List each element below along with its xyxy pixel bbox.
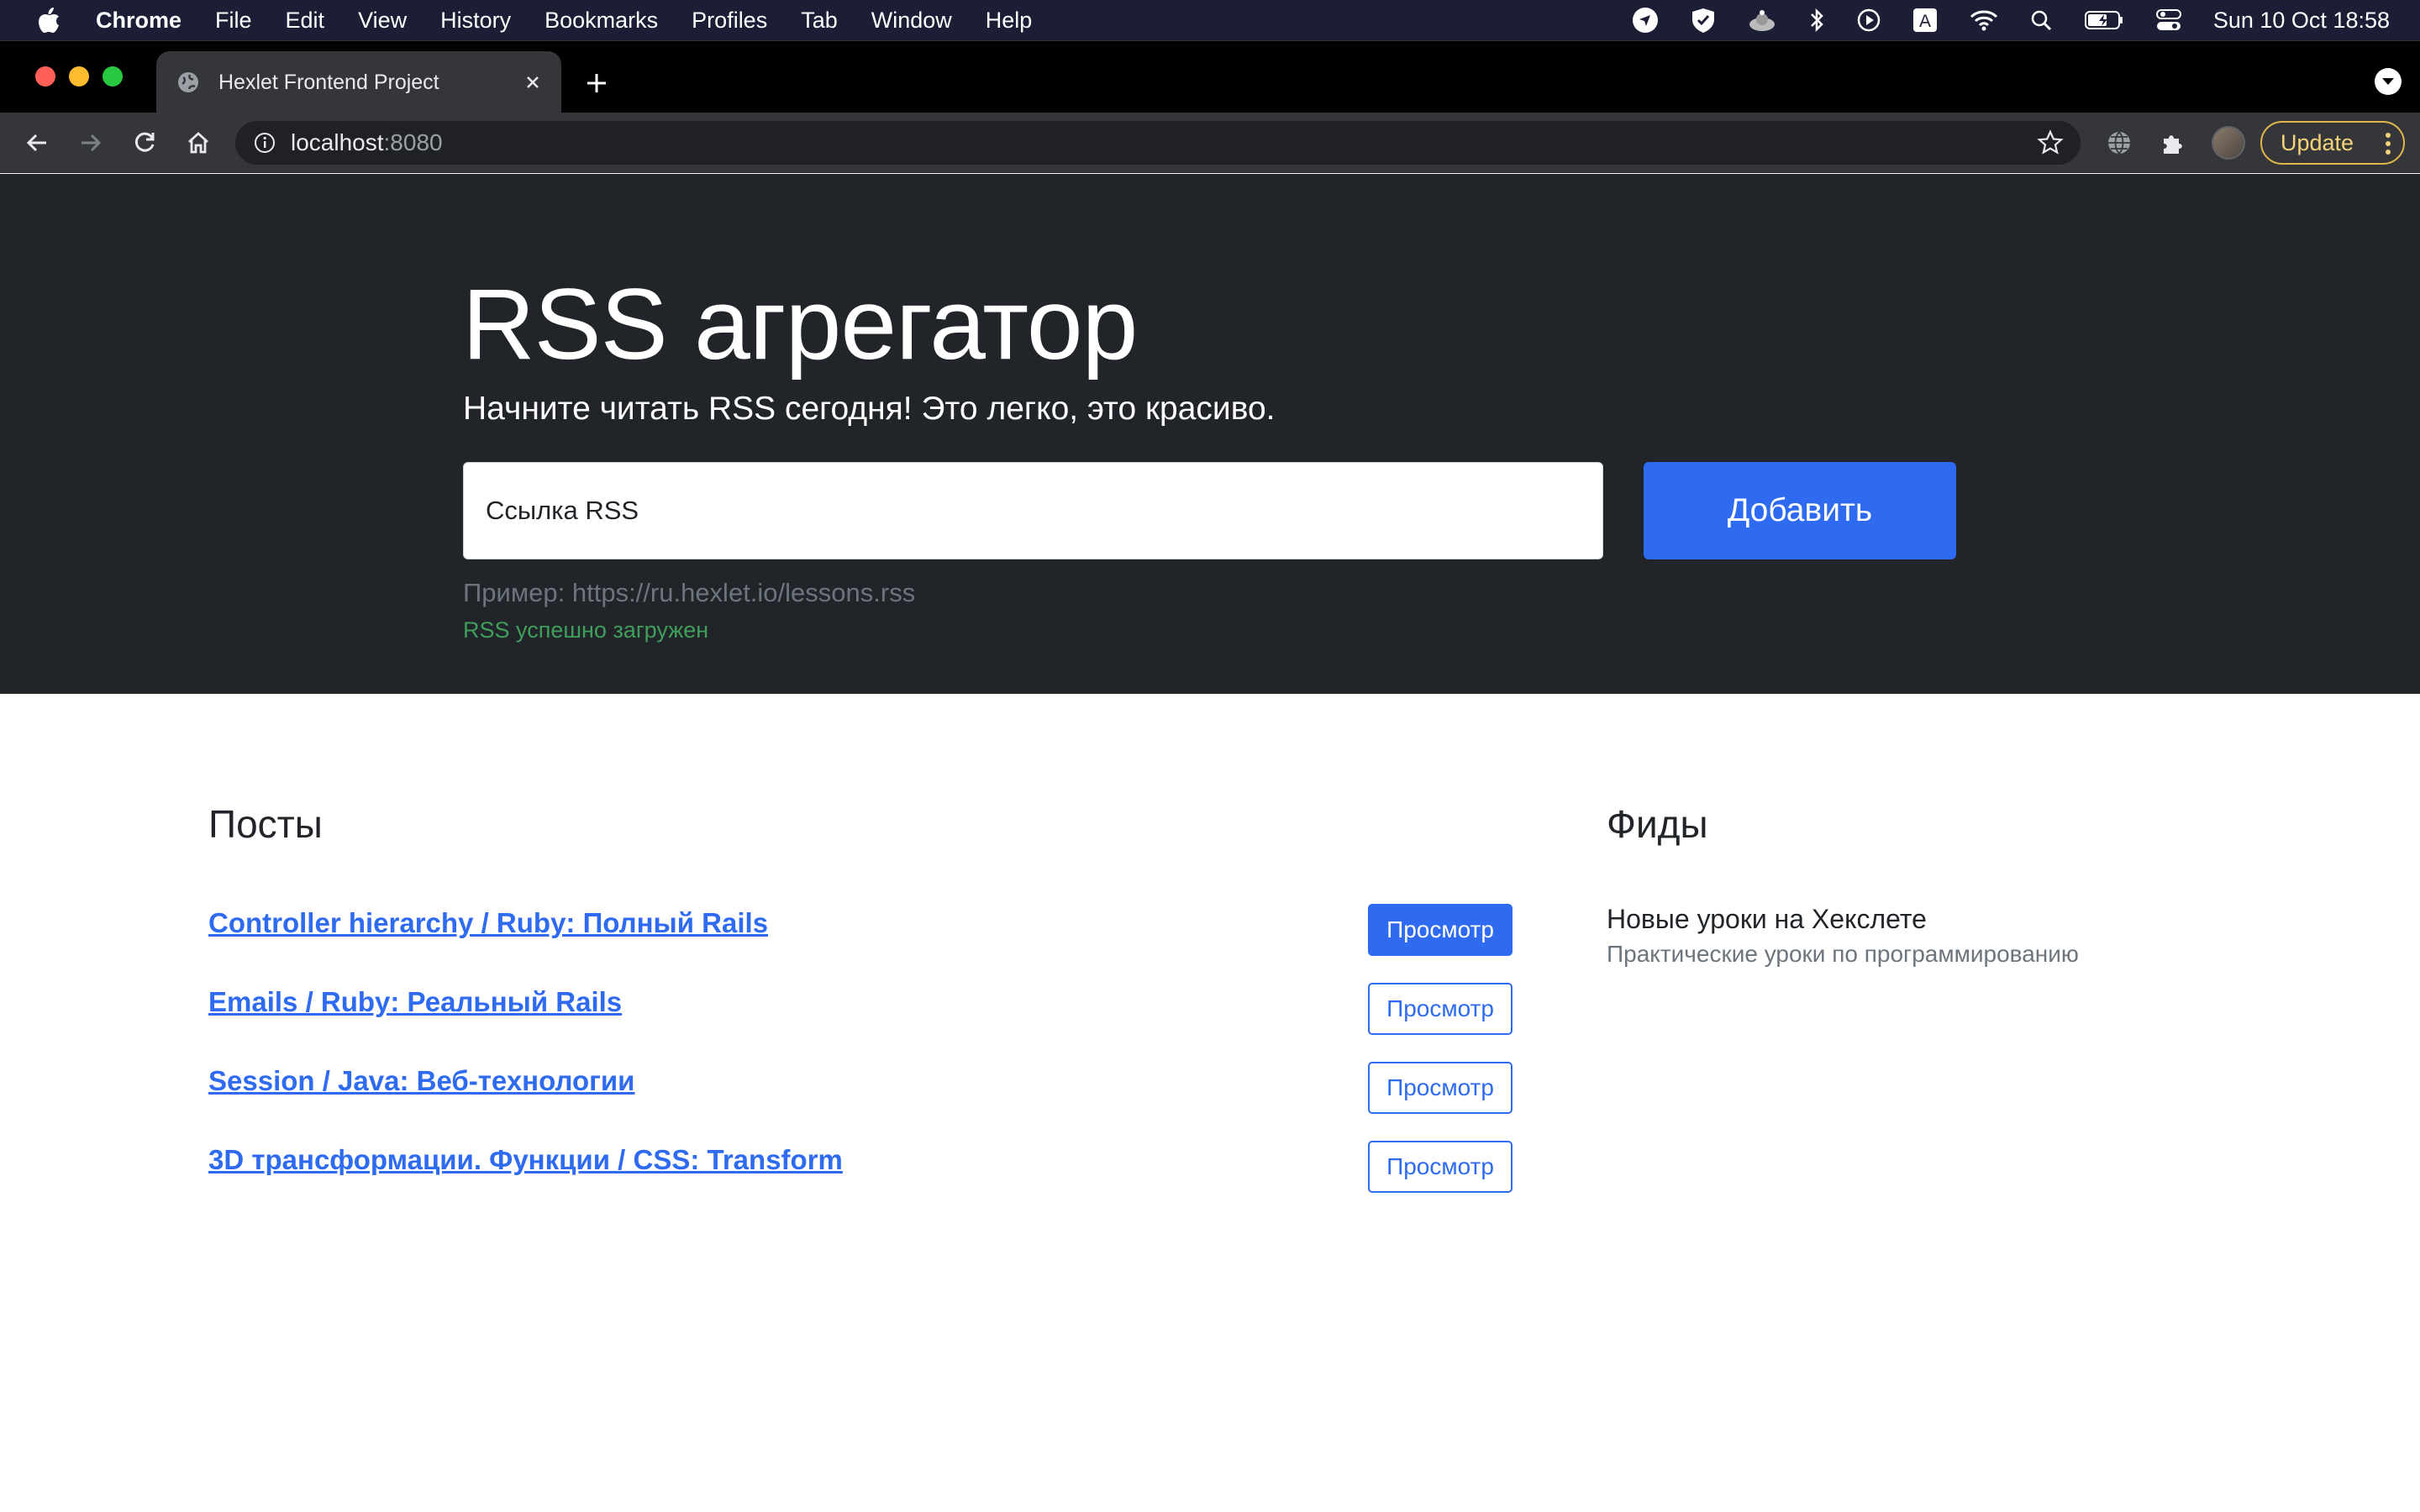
bluetooth-icon[interactable] xyxy=(1808,0,1825,40)
macos-menu-bar: Chrome File Edit View History Bookmarks … xyxy=(0,0,2420,40)
menubar-clock[interactable]: Sun 10 Oct 18:58 xyxy=(2213,8,2390,34)
update-label: Update xyxy=(2281,129,2354,155)
cloud-app-icon[interactable] xyxy=(1748,0,1776,40)
control-center-icon[interactable] xyxy=(2155,0,2181,40)
new-tab-button[interactable] xyxy=(580,66,613,100)
feed-description: Практические уроки по программированию xyxy=(1607,941,2079,967)
forward-arrow-icon[interactable] xyxy=(72,124,109,161)
preview-button[interactable]: Просмотр xyxy=(1368,1141,1512,1193)
tab-close-icon[interactable] xyxy=(516,66,550,99)
keyboard-layout-icon[interactable]: A xyxy=(1912,0,1938,40)
browser-tab-strip: Hexlet Frontend Project xyxy=(0,40,2420,113)
menu-view[interactable]: View xyxy=(358,8,407,34)
home-icon[interactable] xyxy=(180,124,217,161)
menu-window[interactable]: Window xyxy=(871,8,952,34)
keyboard-layout-letter: A xyxy=(1919,12,1931,31)
window-minimize-button[interactable] xyxy=(69,66,89,87)
menu-bookmarks[interactable]: Bookmarks xyxy=(544,8,658,34)
page-lead: Начните читать RSS сегодня! Это легко, э… xyxy=(463,391,1276,427)
globe-icon xyxy=(176,71,200,94)
post-link[interactable]: Session / Java: Веб-технологии xyxy=(208,1065,634,1097)
post-item: Emails / Ruby: Реальный Rails Просмотр xyxy=(208,983,1512,1035)
post-link[interactable]: Emails / Ruby: Реальный Rails xyxy=(208,986,622,1018)
feed-title: Новые уроки на Хекслете xyxy=(1607,904,1927,934)
shield-check-icon[interactable] xyxy=(1691,0,1716,40)
bookmark-star-icon[interactable] xyxy=(2037,129,2064,156)
posts-heading: Посты xyxy=(208,802,323,846)
menu-app-name[interactable]: Chrome xyxy=(96,8,182,34)
translate-globe-icon[interactable] xyxy=(2102,126,2136,160)
apple-logo-icon[interactable] xyxy=(37,7,62,34)
preview-button[interactable]: Просмотр xyxy=(1368,1062,1512,1114)
more-vert-icon[interactable] xyxy=(2385,131,2391,156)
play-circle-icon[interactable] xyxy=(1857,0,1881,40)
post-link[interactable]: Controller hierarchy / Ruby: Полный Rail… xyxy=(208,907,768,939)
add-feed-button[interactable]: Добавить xyxy=(1644,462,1956,559)
window-zoom-button[interactable] xyxy=(103,66,123,87)
tab-search-chevron-icon[interactable] xyxy=(2375,68,2402,95)
address-bar[interactable]: localhost:8080 xyxy=(235,121,2081,165)
url-port: :8080 xyxy=(383,129,443,155)
menu-file[interactable]: File xyxy=(215,8,252,34)
status-area: A Sun 10 Oct 18:58 xyxy=(1600,0,2390,40)
location-arrow-icon[interactable] xyxy=(1632,0,1659,40)
site-info-icon[interactable] xyxy=(254,132,276,154)
browser-tab[interactable]: Hexlet Frontend Project xyxy=(156,51,561,113)
back-arrow-icon[interactable] xyxy=(18,124,55,161)
post-item: Session / Java: Веб-технологии Просмотр xyxy=(208,1062,1512,1114)
profile-avatar[interactable] xyxy=(2212,126,2245,160)
reload-icon[interactable] xyxy=(126,124,163,161)
tab-title: Hexlet Frontend Project xyxy=(218,70,439,94)
menu-history[interactable]: History xyxy=(440,8,511,34)
feeds-heading: Фиды xyxy=(1607,802,1708,846)
battery-icon[interactable] xyxy=(2084,0,2124,40)
url-host: localhost xyxy=(291,129,384,155)
chrome-update-button[interactable]: Update xyxy=(2260,121,2405,165)
browser-toolbar: localhost:8080 Update xyxy=(0,113,2420,173)
wifi-icon[interactable] xyxy=(1970,0,1998,40)
window-close-button[interactable] xyxy=(35,66,55,87)
menu-edit[interactable]: Edit xyxy=(286,8,325,34)
search-icon[interactable] xyxy=(2030,0,2052,40)
post-link[interactable]: 3D трансформации. Функции / CSS: Transfo… xyxy=(208,1144,843,1176)
preview-button[interactable]: Просмотр xyxy=(1368,983,1512,1035)
rss-url-input[interactable]: Ссылка RSS xyxy=(463,462,1603,559)
menu-profiles[interactable]: Profiles xyxy=(692,8,767,34)
post-item: Controller hierarchy / Ruby: Полный Rail… xyxy=(208,904,1512,956)
menu-help[interactable]: Help xyxy=(986,8,1033,34)
menu-tab[interactable]: Tab xyxy=(801,8,838,34)
post-item: 3D трансформации. Функции / CSS: Transfo… xyxy=(208,1141,1512,1193)
page-title: RSS агрегатор xyxy=(462,268,1138,381)
example-hint: Пример: https://ru.hexlet.io/lessons.rss xyxy=(463,578,916,607)
extensions-puzzle-icon[interactable] xyxy=(2156,126,2190,160)
preview-button[interactable]: Просмотр xyxy=(1368,904,1512,956)
hero-section: RSS агрегатор Начните читать RSS сегодня… xyxy=(0,174,2420,694)
success-feedback: RSS успешно загружен xyxy=(463,617,709,643)
